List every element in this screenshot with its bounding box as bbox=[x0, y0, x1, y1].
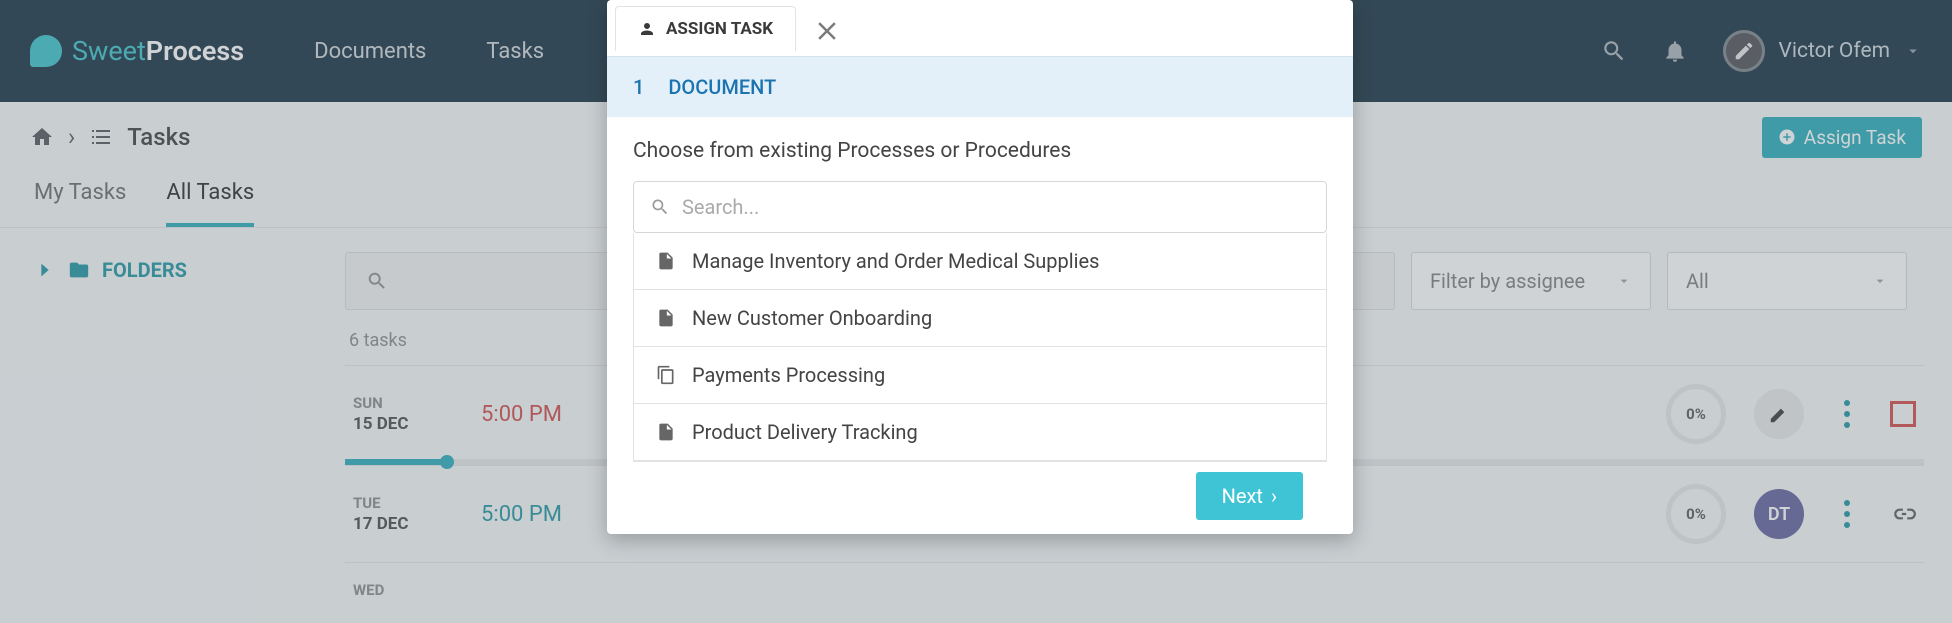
close-icon[interactable] bbox=[812, 16, 842, 46]
copy-icon bbox=[656, 365, 676, 385]
document-option[interactable]: Manage Inventory and Order Medical Suppl… bbox=[634, 233, 1326, 290]
modal-prompt: Choose from existing Processes or Proced… bbox=[633, 139, 1327, 163]
document-icon bbox=[656, 308, 676, 328]
modal-tab[interactable]: ASSIGN TASK bbox=[615, 6, 796, 51]
step-label: DOCUMENT bbox=[668, 75, 776, 99]
modal-step: 1 DOCUMENT bbox=[607, 56, 1353, 117]
document-icon bbox=[656, 422, 676, 442]
document-label: New Customer Onboarding bbox=[692, 306, 932, 330]
assign-task-modal: ASSIGN TASK 1 DOCUMENT Choose from exist… bbox=[607, 0, 1353, 534]
document-label: Manage Inventory and Order Medical Suppl… bbox=[692, 249, 1099, 273]
search-icon bbox=[650, 197, 670, 217]
document-icon bbox=[656, 251, 676, 271]
document-option[interactable]: New Customer Onboarding bbox=[634, 290, 1326, 347]
document-option[interactable]: Payments Processing bbox=[634, 347, 1326, 404]
document-list[interactable]: Manage Inventory and Order Medical Suppl… bbox=[633, 233, 1327, 462]
chevron-right-icon: › bbox=[1271, 484, 1277, 508]
document-label: Product Delivery Tracking bbox=[692, 420, 918, 444]
document-label: Payments Processing bbox=[692, 363, 885, 387]
next-button[interactable]: Next › bbox=[1196, 472, 1303, 520]
modal-search[interactable] bbox=[633, 181, 1327, 233]
modal-tab-label: ASSIGN TASK bbox=[666, 19, 773, 39]
document-option[interactable]: Product Delivery Tracking bbox=[634, 404, 1326, 461]
modal-search-input[interactable] bbox=[682, 195, 1310, 219]
step-number: 1 bbox=[633, 75, 644, 99]
person-icon bbox=[638, 20, 656, 38]
